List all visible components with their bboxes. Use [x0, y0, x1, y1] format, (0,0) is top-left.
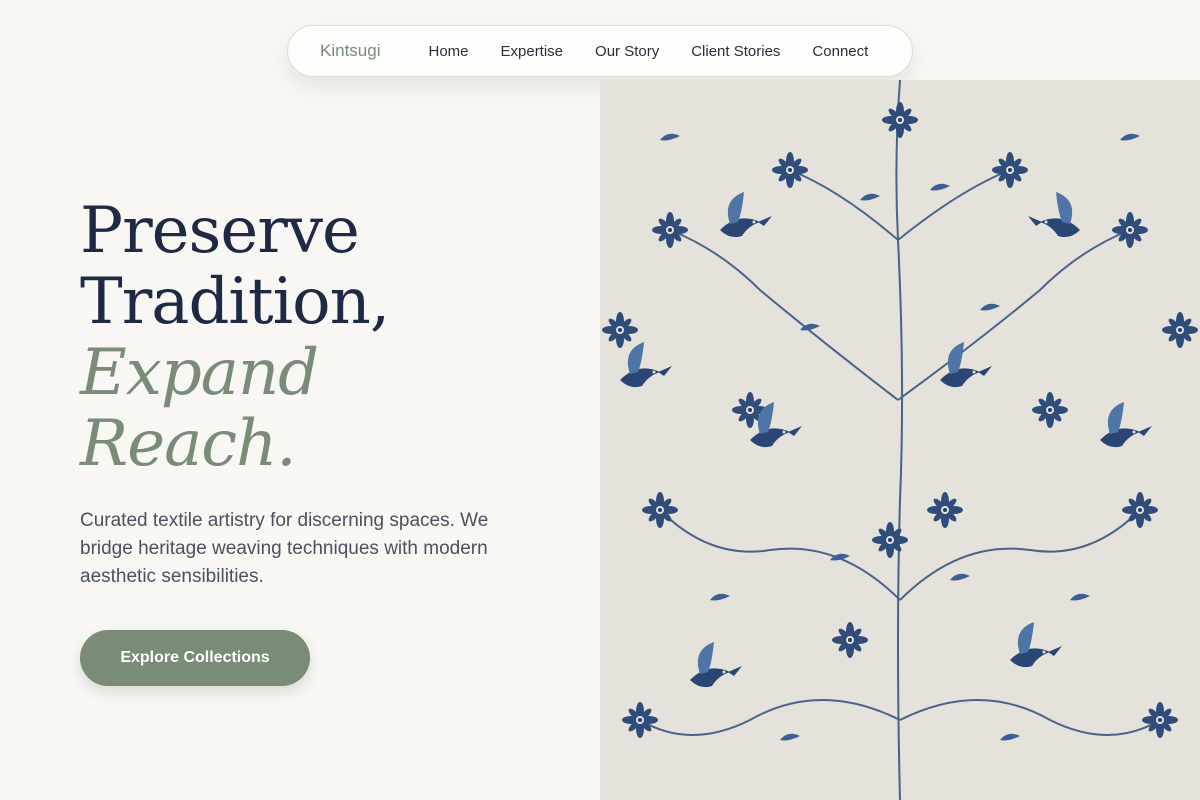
nav-link-our-story[interactable]: Our Story — [595, 43, 659, 60]
nav-links: Home Expertise Our Story Client Stories … — [428, 43, 868, 60]
nav-link-client-stories[interactable]: Client Stories — [691, 43, 780, 60]
hero-title-line-1: Preserve — [80, 194, 360, 268]
hero-subtitle: Curated textile artistry for discerning … — [80, 510, 489, 587]
nav-link-connect[interactable]: Connect — [812, 43, 868, 60]
top-navigation: Kintsugi Home Expertise Our Story Client… — [287, 25, 913, 77]
blue-floral-textile-image — [602, 80, 1198, 800]
hero-title-line-2: Tradition, — [80, 265, 390, 339]
hero-textile-image — [600, 80, 1200, 800]
brand-logo[interactable]: Kintsugi — [320, 41, 380, 61]
nav-link-home[interactable]: Home — [428, 43, 468, 60]
hero-title-accent-line-1: Expand — [80, 336, 319, 410]
nav-link-expertise[interactable]: Expertise — [501, 43, 564, 60]
hero-title-accent-line-2: Reach. — [80, 407, 297, 481]
hero-title: Preserve Tradition, Expand Reach. — [80, 194, 390, 481]
explore-collections-button[interactable]: Explore Collections — [80, 630, 310, 686]
